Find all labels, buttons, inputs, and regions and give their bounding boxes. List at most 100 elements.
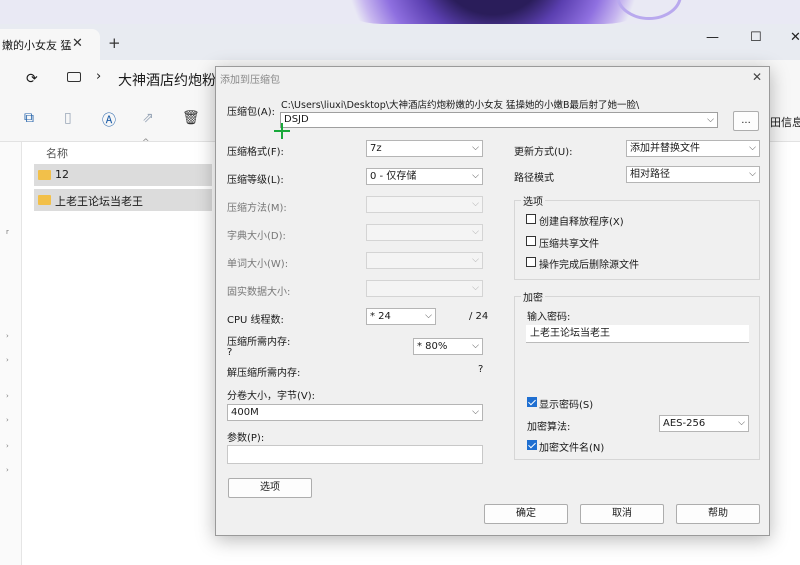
format-select[interactable]: 7z ⌵ [366, 140, 483, 157]
desktop-wallpaper [0, 0, 800, 24]
dict-select[interactable]: ⌵ [366, 224, 483, 241]
show-password-label[interactable]: 显示密码(S) [539, 396, 593, 411]
sfx-checkbox[interactable] [526, 214, 536, 224]
mem-decompress-label: 解压缩所需内存: [227, 368, 301, 379]
help-button[interactable]: 帮助 [676, 504, 760, 524]
level-select[interactable]: 0 - 仅存储 ⌵ [366, 168, 483, 185]
this-pc-icon[interactable] [67, 72, 81, 82]
chevron-down-icon: ⌵ [425, 311, 432, 321]
level-label: 压缩等级(L): [227, 175, 284, 186]
item-label: 上老王论坛当老王 [55, 195, 143, 208]
chevron-down-icon: ⌵ [472, 143, 479, 153]
chevron-right-icon[interactable]: › [96, 69, 101, 84]
ok-button[interactable]: 确定 [484, 504, 568, 524]
delete-icon[interactable]: 🗑 [182, 110, 200, 126]
cpu-label: CPU 线程数: [227, 315, 284, 326]
chevron-down-icon[interactable]: ⌵ [707, 113, 714, 127]
tab-current-folder[interactable]: 嫩的小女友 猛 ✕ [0, 29, 100, 60]
paste-icon[interactable]: ▯ [64, 110, 72, 126]
split-label: 分卷大小，字节(V): [227, 391, 316, 402]
minimize-button[interactable]: — [706, 30, 719, 45]
path-mode-select[interactable]: 相对路径 ⌵ [626, 166, 760, 183]
browse-button[interactable]: ... [733, 111, 759, 131]
maximize-button[interactable]: ☐ [750, 30, 762, 45]
options-group-title: 选项 [521, 193, 545, 208]
sfx-label[interactable]: 创建自释放程序(X) [539, 213, 624, 228]
delete-after-checkbox[interactable] [526, 257, 536, 267]
new-tab-icon[interactable]: + [108, 34, 121, 52]
list-item[interactable]: 上老王论坛当老王 [34, 189, 212, 211]
encrypt-names-label[interactable]: 加密文件名(N) [539, 439, 604, 454]
encryption-group-title: 加密 [521, 289, 545, 304]
nav-marker: › [6, 416, 9, 424]
update-value: 添加并替换文件 [630, 143, 700, 154]
method-label: 压缩方法(M): [227, 203, 287, 214]
chevron-down-icon: ⌵ [472, 407, 479, 417]
algorithm-label: 加密算法: [527, 422, 571, 433]
path-mode-label: 路径模式 [514, 173, 554, 184]
shared-files-label[interactable]: 压缩共享文件 [539, 235, 599, 250]
chevron-down-icon: ⌵ [749, 169, 756, 179]
shared-files-checkbox[interactable] [526, 236, 536, 246]
archive-name-input[interactable]: DSJD ⌵ [280, 112, 718, 128]
split-value: 400M [231, 407, 259, 418]
close-window-button[interactable]: ✕ [790, 30, 800, 45]
details-label[interactable]: 田信息 [770, 114, 800, 130]
dialog-title: 添加到压缩包 [220, 75, 280, 86]
chevron-down-icon: ⌵ [472, 341, 479, 351]
archive-path: C:\Users\liuxi\Desktop\大神酒店约炮粉嫩的小女友 猛操她的… [281, 100, 640, 111]
cancel-button[interactable]: 取消 [580, 504, 664, 524]
word-select[interactable]: ⌵ [366, 252, 483, 269]
column-header-name[interactable]: 名称 [46, 145, 68, 161]
folder-icon [38, 195, 51, 205]
word-label: 单词大小(W): [227, 259, 289, 270]
update-select[interactable]: 添加并替换文件 ⌵ [626, 140, 760, 157]
crosshair-cursor-icon [274, 123, 290, 139]
mem-compress-value: * 80% [417, 341, 448, 352]
dict-label: 字典大小(D): [227, 231, 286, 242]
show-password-checkbox[interactable] [527, 397, 537, 407]
solid-select[interactable]: ⌵ [366, 280, 483, 297]
nav-marker: › [6, 356, 9, 364]
folder-icon [38, 170, 51, 180]
password-label: 输入密码: [527, 312, 571, 323]
nav-marker: › [6, 392, 9, 400]
rename-icon[interactable]: Ⓐ [102, 110, 116, 130]
algorithm-select[interactable]: AES-256 ⌵ [659, 415, 749, 432]
algorithm-value: AES-256 [663, 418, 706, 429]
cpu-value: * 24 [370, 311, 391, 322]
add-to-archive-dialog: 添加到压缩包 ✕ 压缩包(A): C:\Users\liuxi\Desktop\… [215, 66, 770, 536]
chevron-down-icon: ⌵ [472, 255, 479, 265]
params-input[interactable] [227, 445, 483, 464]
tab-bar: 嫩的小女友 猛 ✕ + — ☐ ✕ [0, 24, 800, 60]
refresh-icon[interactable]: ⟳ [26, 71, 38, 87]
tab-close-icon[interactable]: ✕ [72, 36, 83, 51]
params-label: 参数(P): [227, 433, 265, 444]
method-select[interactable]: ⌵ [366, 196, 483, 213]
item-label: 12 [55, 168, 69, 181]
navigation-pane: r › › › › › › [0, 142, 22, 565]
close-icon[interactable]: ✕ [752, 70, 762, 84]
list-item[interactable]: 12 [34, 164, 212, 186]
tab-title: 嫩的小女友 猛 [2, 39, 72, 52]
archive-label: 压缩包(A): [227, 107, 276, 118]
nav-marker: › [6, 442, 9, 450]
chevron-down-icon: ⌵ [472, 283, 479, 293]
options-button[interactable]: 选项 [228, 478, 312, 498]
mem-compress-select[interactable]: * 80% ⌵ [413, 338, 483, 355]
mem-compress-label: 压缩所需内存: [227, 337, 291, 348]
password-input[interactable]: 上老王论坛当老王 [526, 325, 749, 343]
delete-after-label[interactable]: 操作完成后删除源文件 [539, 256, 639, 271]
format-label: 压缩格式(F): [227, 147, 284, 158]
chevron-down-icon: ⌵ [472, 171, 479, 181]
share-icon[interactable]: ⇗ [142, 110, 154, 126]
encrypt-names-checkbox[interactable] [527, 440, 537, 450]
solid-label: 固实数据大小: [227, 287, 291, 298]
cpu-select[interactable]: * 24 ⌵ [366, 308, 436, 325]
nav-marker: r [6, 228, 9, 236]
copy-icon[interactable]: ⧉ [24, 110, 34, 126]
chevron-down-icon: ⌵ [472, 199, 479, 209]
split-select[interactable]: 400M ⌵ [227, 404, 483, 421]
mem-decompress-value: ? [478, 364, 484, 375]
sort-up-icon[interactable]: ^ [142, 138, 150, 148]
